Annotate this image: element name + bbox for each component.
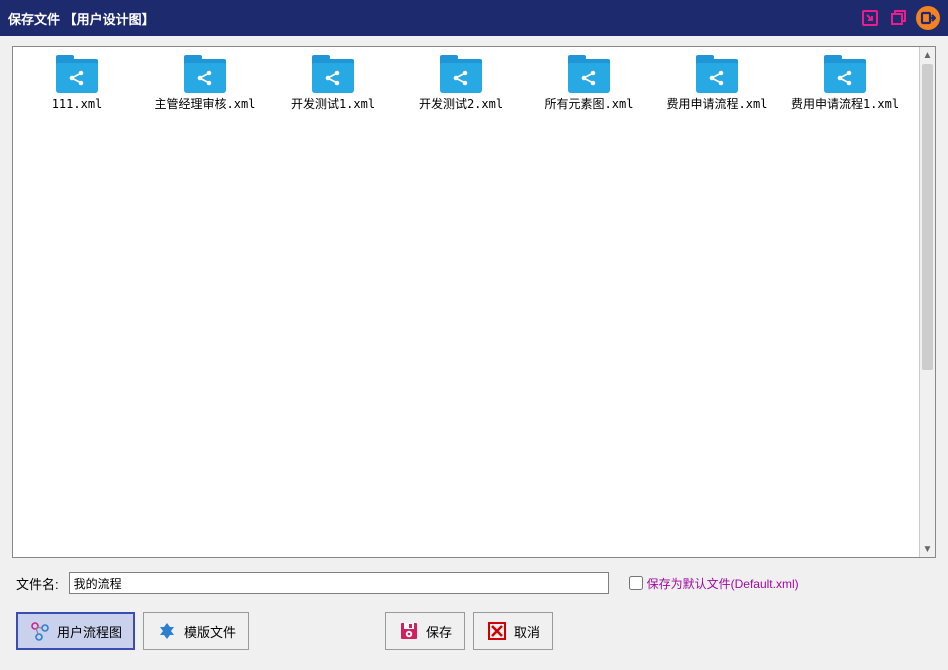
minimize-to-tray-icon[interactable] — [856, 4, 884, 32]
folder-share-icon — [824, 59, 866, 93]
file-label: 费用申请流程1.xml — [791, 97, 899, 111]
template-icon — [156, 620, 178, 642]
file-item[interactable]: 开发测试2.xml — [397, 55, 525, 115]
folder-share-icon — [696, 59, 738, 93]
file-item[interactable]: 主管经理审核.xml — [141, 55, 269, 115]
save-button[interactable]: 保存 — [385, 612, 465, 650]
file-browser: 111.xml 主管经理审核.xml — [12, 46, 936, 558]
default-checkbox[interactable] — [629, 576, 643, 590]
cancel-label: 取消 — [514, 622, 540, 641]
template-label: 模版文件 — [184, 622, 236, 641]
file-label: 开发测试2.xml — [419, 97, 503, 111]
user-flow-label: 用户流程图 — [57, 622, 122, 641]
scrollbar[interactable]: ▲ ▼ — [919, 47, 935, 557]
file-grid: 111.xml 主管经理审核.xml — [13, 47, 935, 115]
file-item[interactable]: 开发测试1.xml — [269, 55, 397, 115]
default-checkbox-label[interactable]: 保存为默认文件(Default.xml) — [647, 575, 799, 592]
dialog-body: 111.xml 主管经理审核.xml — [0, 36, 948, 670]
file-label: 主管经理审核.xml — [155, 97, 256, 111]
save-dialog: 保存文件 【用户设计图】 — [0, 0, 948, 670]
folder-share-icon — [440, 59, 482, 93]
folder-share-icon — [56, 59, 98, 93]
file-item[interactable]: 所有元素图.xml — [525, 55, 653, 115]
filename-label: 文件名: — [16, 574, 59, 593]
file-item[interactable]: 费用申请流程.xml — [653, 55, 781, 115]
folder-share-icon — [184, 59, 226, 93]
file-item[interactable]: 111.xml — [13, 55, 141, 115]
scroll-thumb[interactable] — [922, 64, 933, 370]
file-label: 费用申请流程.xml — [667, 97, 768, 111]
folder-share-icon — [312, 59, 354, 93]
save-label: 保存 — [426, 622, 452, 641]
window-title: 保存文件 【用户设计图】 — [8, 9, 856, 28]
maximize-icon[interactable] — [884, 4, 912, 32]
cancel-icon — [486, 620, 508, 642]
filename-row: 文件名: 保存为默认文件(Default.xml) — [12, 568, 936, 598]
folder-share-icon — [568, 59, 610, 93]
scroll-down-icon[interactable]: ▼ — [920, 541, 935, 557]
template-button[interactable]: 模版文件 — [143, 612, 249, 650]
file-item[interactable]: 费用申请流程1.xml — [781, 55, 909, 115]
button-row: 用户流程图 模版文件 — [12, 608, 936, 658]
default-checkbox-group: 保存为默认文件(Default.xml) — [629, 575, 799, 592]
scroll-up-icon[interactable]: ▲ — [920, 47, 935, 63]
filename-input[interactable] — [69, 572, 609, 594]
file-label: 开发测试1.xml — [291, 97, 375, 111]
file-label: 所有元素图.xml — [545, 97, 634, 111]
cancel-button[interactable]: 取消 — [473, 612, 553, 650]
close-icon[interactable] — [916, 6, 940, 30]
titlebar: 保存文件 【用户设计图】 — [0, 0, 948, 36]
file-label: 111.xml — [52, 97, 103, 111]
user-flow-icon — [29, 620, 51, 642]
save-icon — [398, 620, 420, 642]
user-flow-button[interactable]: 用户流程图 — [16, 612, 135, 650]
